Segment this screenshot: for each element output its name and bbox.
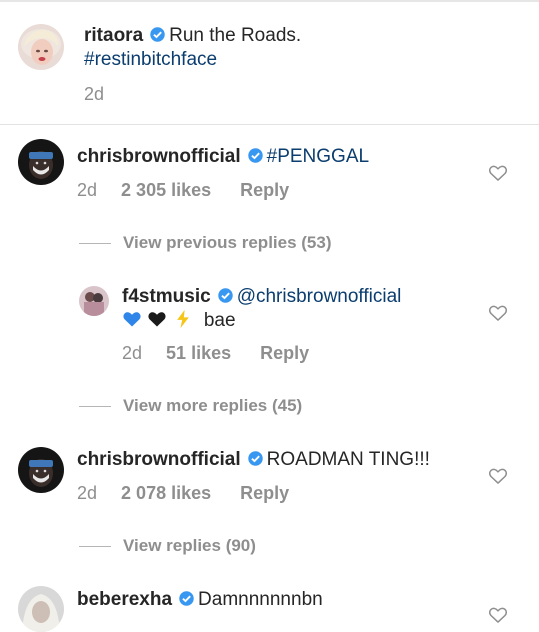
reply-likes[interactable]: 51 likes: [166, 343, 231, 364]
top-border: [0, 0, 539, 2]
comment-3-age: 2d: [77, 483, 98, 503]
chrisbrown-avatar[interactable]: [18, 139, 64, 185]
comment-3-reply-button[interactable]: Reply: [240, 483, 289, 504]
comment-3-view-replies-label[interactable]: View replies (90): [123, 536, 256, 555]
blue-heart-icon: [122, 309, 142, 329]
post-meta: 2d: [84, 84, 104, 105]
lightning-icon: [173, 309, 193, 329]
verified-badge-icon: [247, 450, 264, 467]
comment-4-username[interactable]: beberexha: [77, 589, 172, 610]
verified-badge-icon: [217, 287, 234, 304]
beberexha-avatar[interactable]: [18, 586, 64, 632]
comment-4-like-heart-icon[interactable]: [488, 605, 508, 625]
comment-1-line: chrisbrownofficial #PENGGAL: [77, 145, 369, 169]
reply-mention[interactable]: @chrisbrownofficial: [237, 286, 402, 307]
comment-1-reply-button[interactable]: Reply: [240, 180, 289, 201]
comment-3-view-replies[interactable]: View replies (90): [79, 536, 256, 556]
reply-text-line: bae: [122, 309, 236, 333]
black-heart-icon: [147, 309, 167, 329]
comment-3-likes[interactable]: 2 078 likes: [121, 483, 211, 504]
comment-1-view-replies[interactable]: View previous replies (53): [79, 233, 332, 253]
post-age: 2d: [84, 84, 105, 104]
comment-3-meta: 2d 2 078 likes Reply: [77, 483, 289, 504]
comment-1-username[interactable]: chrisbrownofficial: [77, 146, 241, 167]
comment-2-view-replies[interactable]: View more replies (45): [79, 396, 302, 416]
comment-1-hashtag[interactable]: #PENGGAL: [267, 146, 369, 167]
reply-age: 2d: [122, 343, 143, 363]
comment-1-likes[interactable]: 2 305 likes: [121, 180, 211, 201]
post-hashtag[interactable]: #restinbitchface: [84, 49, 217, 70]
ritaora-avatar[interactable]: [18, 24, 64, 70]
comment-4-text: Damnnnnnnbn: [198, 589, 323, 610]
view-replies-rule: [79, 406, 111, 408]
comment-2-view-replies-label[interactable]: View more replies (45): [123, 396, 302, 415]
reply-line: f4stmusic @chrisbrownofficial: [122, 285, 401, 309]
comment-4-line: beberexha Damnnnnnnbn: [77, 588, 323, 612]
verified-badge-icon: [178, 590, 195, 607]
view-replies-rule: [79, 243, 111, 245]
comment-3-text: ROADMAN TING!!!: [266, 449, 430, 470]
verified-badge-icon: [247, 147, 264, 164]
reply-text: bae: [203, 310, 236, 331]
verified-badge-icon: [149, 26, 166, 43]
f4stmusic-avatar[interactable]: [79, 286, 109, 316]
comment-1-like-heart-icon[interactable]: [488, 163, 508, 183]
chrisbrown-avatar[interactable]: [18, 447, 64, 493]
reply-like-heart-icon[interactable]: [488, 303, 508, 323]
comment-3-line: chrisbrownofficial ROADMAN TING!!!: [77, 448, 430, 472]
comment-1-meta: 2d 2 305 likes Reply: [77, 180, 289, 201]
comment-3-like-heart-icon[interactable]: [488, 466, 508, 486]
comment-1-age: 2d: [77, 180, 98, 200]
view-replies-rule: [79, 546, 111, 548]
comment-3-username[interactable]: chrisbrownofficial: [77, 449, 241, 470]
post-divider: [0, 124, 539, 125]
reply-meta: 2d 51 likes Reply: [122, 343, 309, 364]
post-caption: Run the Roads.: [169, 25, 302, 46]
comment-1-view-replies-label[interactable]: View previous replies (53): [123, 233, 332, 252]
post-hashtag-line: #restinbitchface: [84, 48, 217, 72]
post-caption-line: ritaora Run the Roads.: [84, 24, 301, 48]
post-username[interactable]: ritaora: [84, 25, 143, 46]
reply-reply-button[interactable]: Reply: [260, 343, 309, 364]
reply-username[interactable]: f4stmusic: [122, 286, 211, 307]
